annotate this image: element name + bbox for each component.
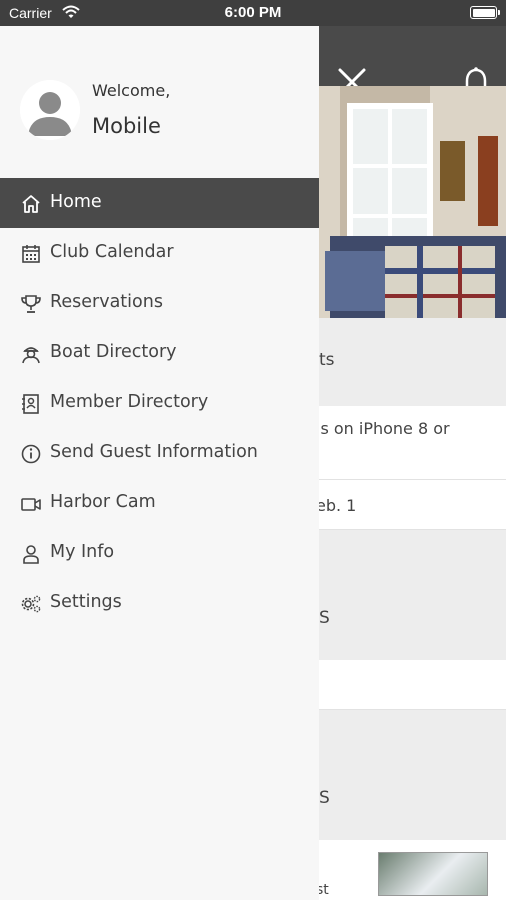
nav-item-club-calendar[interactable]: Club Calendar [0, 228, 319, 278]
welcome-text: Welcome, [92, 81, 171, 100]
nav-item-send-guest-information[interactable]: Send Guest Information [0, 428, 319, 478]
nav-item-boat-directory[interactable]: Boat Directory [0, 328, 319, 378]
nav-item-harbor-cam[interactable]: Harbor Cam [0, 478, 319, 528]
list-item-text: is on iPhone 8 or [316, 419, 450, 438]
nav-item-label: Harbor Cam [50, 492, 156, 512]
nav-item-member-directory[interactable]: Member Directory [0, 378, 319, 428]
calendar-icon [22, 245, 40, 263]
nav-item-label: Reservations [50, 292, 163, 312]
status-bar: Carrier 6:00 PM [0, 0, 506, 26]
nav-item-label: Home [50, 192, 102, 212]
nav-item-label: My Info [50, 542, 115, 562]
info-icon [21, 444, 41, 464]
username: Mobile [92, 114, 161, 138]
section-title: S [319, 608, 330, 628]
battery-icon [470, 6, 500, 19]
home-icon [22, 195, 40, 213]
nav-item-my-info[interactable]: My Info [0, 528, 319, 578]
video-camera-icon [21, 498, 41, 511]
nav-item-label: Send Guest Information [50, 442, 258, 462]
section-title: S [319, 788, 330, 808]
contact-book-icon [22, 394, 39, 414]
nav-item-label: Member Directory [50, 392, 209, 412]
nav-item-label: Boat Directory [50, 342, 177, 362]
nav-menu: Home Club Calendar Reservations Boat Dir… [0, 178, 319, 628]
news-thumbnail [378, 852, 488, 896]
list-item-text: eb. 1 [316, 496, 357, 515]
nav-item-label: Settings [50, 592, 122, 612]
captain-icon [22, 347, 40, 364]
avatar[interactable] [20, 80, 80, 140]
nav-item-settings[interactable]: Settings [0, 578, 319, 628]
nav-item-reservations[interactable]: Reservations [0, 278, 319, 328]
nav-item-label: Club Calendar [50, 242, 174, 262]
gears-icon [21, 595, 41, 613]
navigation-drawer: Welcome, Mobile Home Club Calendar Reser… [0, 26, 319, 900]
nav-item-home[interactable]: Home [0, 178, 319, 228]
person-icon [23, 545, 39, 564]
section-title: ts [319, 350, 335, 370]
status-time: 6:00 PM [224, 4, 282, 21]
trophy-icon [21, 295, 41, 313]
